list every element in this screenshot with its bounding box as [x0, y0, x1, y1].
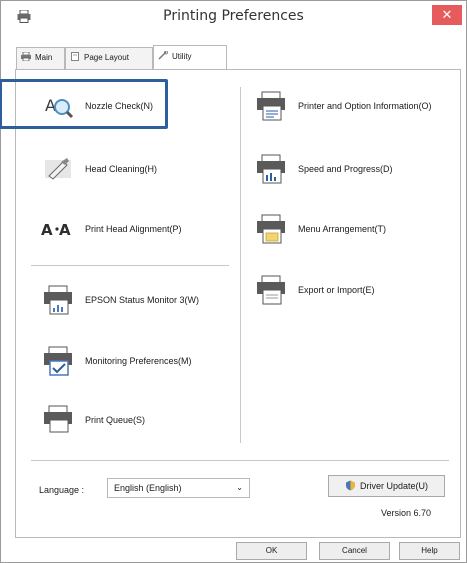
- svg-text:A: A: [41, 221, 53, 239]
- close-button[interactable]: ✕: [432, 5, 462, 25]
- window-title: Printing Preferences: [163, 8, 304, 24]
- nozzle-check-icon: A: [43, 93, 74, 119]
- speed-progress-button[interactable]: Speed and Progress(D): [254, 151, 393, 187]
- printing-preferences-window: Printing Preferences ✕ Main Page Layout …: [0, 0, 467, 563]
- alignment-icon: A A: [41, 221, 71, 239]
- monitoring-preferences-button[interactable]: Monitoring Preferences(M): [41, 343, 192, 379]
- menu-arrangement-button[interactable]: Menu Arrangement(T): [254, 211, 386, 247]
- tab-main-label: Main: [35, 53, 53, 62]
- print-queue-button[interactable]: Print Queue(S): [41, 402, 145, 438]
- printer-option-info-label: Printer and Option Information(O): [298, 101, 432, 111]
- menu-arrangement-label: Menu Arrangement(T): [298, 224, 387, 234]
- export-import-label: Export or Import(E): [298, 285, 375, 295]
- close-icon: ✕: [441, 7, 453, 22]
- status-monitor-icon: [44, 285, 72, 315]
- version-text: Version 6.70: [381, 508, 432, 518]
- tab-main[interactable]: Main: [16, 47, 65, 69]
- epson-status-monitor-label: EPSON Status Monitor 3(W): [85, 295, 200, 305]
- driver-update-label: Driver Update(U): [359, 481, 428, 491]
- head-cleaning-icon: [45, 158, 71, 180]
- export-import-button[interactable]: Export or Import(E): [254, 272, 375, 308]
- print-queue-icon: [44, 405, 72, 433]
- printer-info-icon: [257, 91, 285, 121]
- epson-status-monitor-button[interactable]: EPSON Status Monitor 3(W): [41, 282, 199, 318]
- print-head-alignment-button[interactable]: A A Print Head Alignment(P): [41, 211, 182, 247]
- head-cleaning-label: Head Cleaning(H): [85, 164, 158, 174]
- chevron-down-icon: ⌄: [236, 483, 243, 492]
- language-value: English (English): [114, 483, 182, 493]
- speed-progress-icon: [257, 154, 285, 184]
- page-icon: [71, 52, 79, 61]
- svg-text:A: A: [59, 221, 71, 239]
- tab-page-layout[interactable]: Page Layout: [65, 47, 153, 69]
- wrench-icon: [158, 51, 168, 60]
- head-cleaning-button[interactable]: Head Cleaning(H): [41, 151, 157, 187]
- title-bar: Printing Preferences ✕: [1, 1, 466, 33]
- cancel-button[interactable]: Cancel: [319, 542, 390, 560]
- driver-update-button[interactable]: Driver Update(U): [328, 475, 445, 497]
- tab-utility[interactable]: Utility: [153, 45, 227, 69]
- tab-utility-label: Utility: [172, 52, 192, 61]
- print-queue-label: Print Queue(S): [85, 415, 146, 425]
- monitoring-preferences-label: Monitoring Preferences(M): [85, 356, 192, 366]
- monitoring-preferences-icon: [44, 346, 72, 376]
- print-head-alignment-label: Print Head Alignment(P): [85, 224, 182, 234]
- shield-icon: [345, 480, 355, 491]
- printer-option-info-button[interactable]: Printer and Option Information(O): [254, 88, 432, 124]
- column-divider: [240, 87, 241, 443]
- speed-progress-label: Speed and Progress(D): [298, 164, 393, 174]
- help-button[interactable]: Help: [399, 542, 460, 560]
- nozzle-check-label: Nozzle Check(N): [85, 101, 154, 111]
- tab-page-layout-label: Page Layout: [84, 53, 129, 62]
- menu-arrangement-icon: [257, 214, 285, 244]
- bottom-divider: [31, 460, 449, 461]
- nozzle-check-button[interactable]: A Nozzle Check(N): [41, 88, 153, 124]
- language-label: Language :: [39, 485, 85, 495]
- printer-icon: [21, 52, 31, 61]
- ok-button[interactable]: OK: [236, 542, 307, 560]
- export-import-icon: [257, 275, 285, 305]
- language-select[interactable]: English (English) ⌄: [107, 478, 250, 498]
- section-divider: [31, 265, 229, 266]
